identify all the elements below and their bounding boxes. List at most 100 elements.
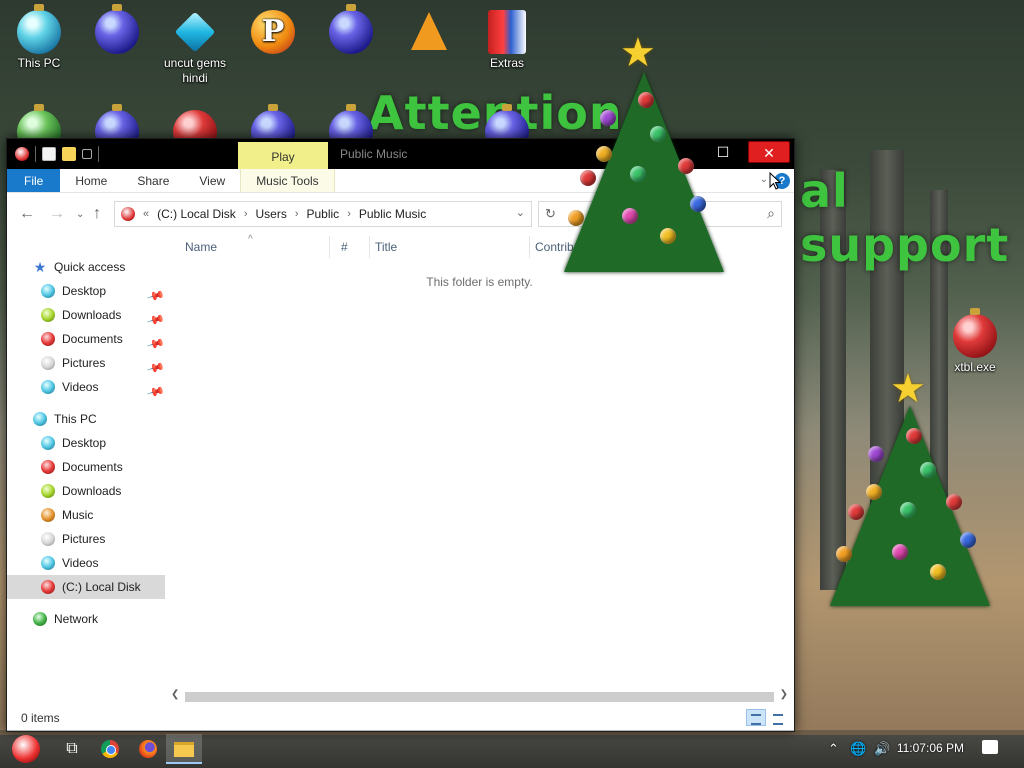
back-arrow-icon[interactable]: ← — [19, 205, 35, 223]
nav-label: Music — [62, 508, 94, 522]
nav-pc-downloads[interactable]: Downloads — [7, 479, 165, 503]
ornament-ball — [660, 228, 676, 244]
ornament-ball — [868, 446, 884, 462]
show-hidden-icons-chevron-icon[interactable]: ⌃ — [828, 741, 839, 757]
breadcrumb-public[interactable]: Public — [307, 207, 340, 221]
nav-pc-videos[interactable]: Videos — [7, 551, 165, 575]
expand-ribbon-icon[interactable]: ⌄ — [760, 174, 768, 185]
file-list-pane[interactable]: ^ Name # Title Contributing artists Albu… — [165, 234, 794, 705]
nav-quick-access[interactable]: ★ Quick access — [7, 255, 165, 279]
nav-pc-pictures[interactable]: Pictures — [7, 527, 165, 551]
drive-ornament-icon — [41, 580, 55, 594]
nav-this-pc[interactable]: This PC — [7, 407, 165, 431]
breadcrumb-overflow[interactable]: « — [143, 208, 149, 220]
column-header-title[interactable]: Title — [369, 236, 530, 258]
breadcrumb-public-music[interactable]: Public Music — [359, 207, 426, 221]
breadcrumb-users[interactable]: Users — [255, 207, 286, 221]
app-ornament-icon — [15, 147, 29, 161]
recent-locations-chevron-icon[interactable]: ⌄ — [76, 209, 84, 220]
tab-share[interactable]: Share — [122, 169, 184, 192]
desktop-icon-this-pc[interactable]: This PC — [0, 4, 78, 71]
nav-label: Downloads — [62, 484, 122, 498]
horizontal-scrollbar[interactable]: ❮ ❯ — [169, 689, 790, 705]
taskbar-file-explorer[interactable] — [166, 734, 202, 764]
window-title: Public Music — [340, 147, 408, 161]
nav-network[interactable]: Network — [7, 607, 165, 631]
desktop-icon-xtbl[interactable]: xtbl.exe — [936, 308, 1014, 375]
tab-home[interactable]: Home — [60, 169, 122, 192]
documents-ornament-icon — [41, 460, 55, 474]
ornament-ball — [678, 158, 694, 174]
desktop-icon-4[interactable] — [312, 4, 390, 56]
desktop-icon-3[interactable]: P — [234, 4, 312, 56]
scroll-right-icon[interactable]: ❯ — [780, 689, 788, 700]
action-center-icon[interactable] — [982, 740, 998, 754]
nav-label: Videos — [62, 380, 99, 394]
nav-pc-documents[interactable]: Documents — [7, 455, 165, 479]
music-ornament-icon — [41, 508, 55, 522]
pictures-ornament-icon — [41, 532, 55, 546]
breadcrumb-separator-icon[interactable]: › — [244, 208, 248, 220]
nav-pc-local-disk[interactable]: (C:) Local Disk — [7, 575, 165, 599]
column-header-track-number[interactable]: # — [329, 236, 370, 258]
forward-arrow-icon[interactable]: → — [49, 205, 65, 223]
desktop-icon-uncut-gems[interactable]: uncut gems hindi — [156, 4, 234, 86]
taskbar-chrome[interactable] — [92, 734, 128, 764]
videos-ornament-icon — [41, 556, 55, 570]
firefox-icon — [139, 740, 157, 758]
nav-qa-videos[interactable]: Videos 📌 — [7, 375, 165, 402]
start-button[interactable] — [8, 734, 44, 764]
taskbar-firefox[interactable] — [130, 734, 166, 764]
breadcrumb-separator-icon[interactable]: › — [347, 208, 351, 220]
search-icon: ⌕ — [767, 205, 775, 221]
christmas-tree-gadget[interactable]: ★ — [560, 31, 730, 274]
refresh-icon[interactable]: ↻ — [545, 206, 556, 222]
large-icons-view-button[interactable] — [768, 709, 788, 726]
address-history-chevron-icon[interactable]: ⌄ — [516, 206, 525, 219]
nav-qa-desktop[interactable]: Desktop 📌 — [7, 279, 165, 306]
volume-icon[interactable]: 🔊 — [874, 741, 890, 757]
details-view-button[interactable] — [746, 709, 766, 726]
desktop-icon-label: This PC — [17, 56, 61, 70]
desktop-icon-5[interactable] — [390, 4, 468, 56]
nav-label: Network — [54, 612, 99, 626]
tab-view[interactable]: View — [184, 169, 240, 192]
breadcrumb-separator-icon[interactable]: › — [295, 208, 299, 220]
contextual-tab-play[interactable]: Play — [238, 142, 328, 169]
new-folder-icon[interactable] — [62, 147, 76, 161]
breadcrumb-local-disk[interactable]: (C:) Local Disk — [157, 207, 236, 221]
nav-label: Desktop — [62, 436, 107, 450]
ornament-ball — [596, 146, 612, 162]
scrollbar-thumb[interactable] — [185, 692, 774, 702]
task-view-button[interactable]: ⧉ — [54, 734, 90, 764]
desktop-icon-1[interactable] — [78, 4, 156, 56]
tab-music-tools[interactable]: Music Tools — [240, 169, 335, 192]
nav-qa-pictures[interactable]: Pictures 📌 — [7, 351, 165, 378]
sort-ascending-icon: ^ — [248, 234, 253, 245]
nav-qa-documents[interactable]: Documents 📌 — [7, 327, 165, 354]
up-arrow-icon[interactable]: ↑ — [93, 205, 101, 223]
nav-qa-downloads[interactable]: Downloads 📌 — [7, 303, 165, 330]
nav-pc-desktop[interactable]: Desktop — [7, 431, 165, 455]
navigation-pane: ★ Quick access Desktop 📌 Downloads 📌 Doc… — [7, 235, 165, 705]
nav-label: Documents — [62, 460, 123, 474]
nav-label: (C:) Local Disk — [62, 580, 141, 594]
scroll-left-icon[interactable]: ❮ — [171, 689, 179, 700]
ornament-ball — [650, 126, 666, 142]
tab-file[interactable]: File — [7, 169, 61, 192]
nav-label: This PC — [54, 412, 97, 426]
column-header-name[interactable]: ^ Name — [165, 234, 330, 258]
christmas-tree-gadget-2[interactable]: ★ — [826, 367, 996, 606]
network-globe-icon[interactable]: 🌐 — [850, 741, 866, 757]
ornament-ball — [630, 166, 646, 182]
desktop-icon-extras[interactable]: Extras — [468, 4, 546, 71]
customize-qat-chevron-icon[interactable] — [82, 149, 92, 159]
ornament-ball — [900, 502, 916, 518]
address-bar[interactable]: « (C:) Local Disk › Users › Public › Pub… — [114, 201, 532, 227]
properties-icon[interactable] — [42, 147, 56, 161]
taskbar-clock[interactable]: 11:07:06 PM — [897, 741, 964, 755]
close-button[interactable]: ✕ — [748, 141, 790, 163]
nav-pc-music[interactable]: Music — [7, 503, 165, 527]
ornament-ball — [600, 110, 616, 126]
